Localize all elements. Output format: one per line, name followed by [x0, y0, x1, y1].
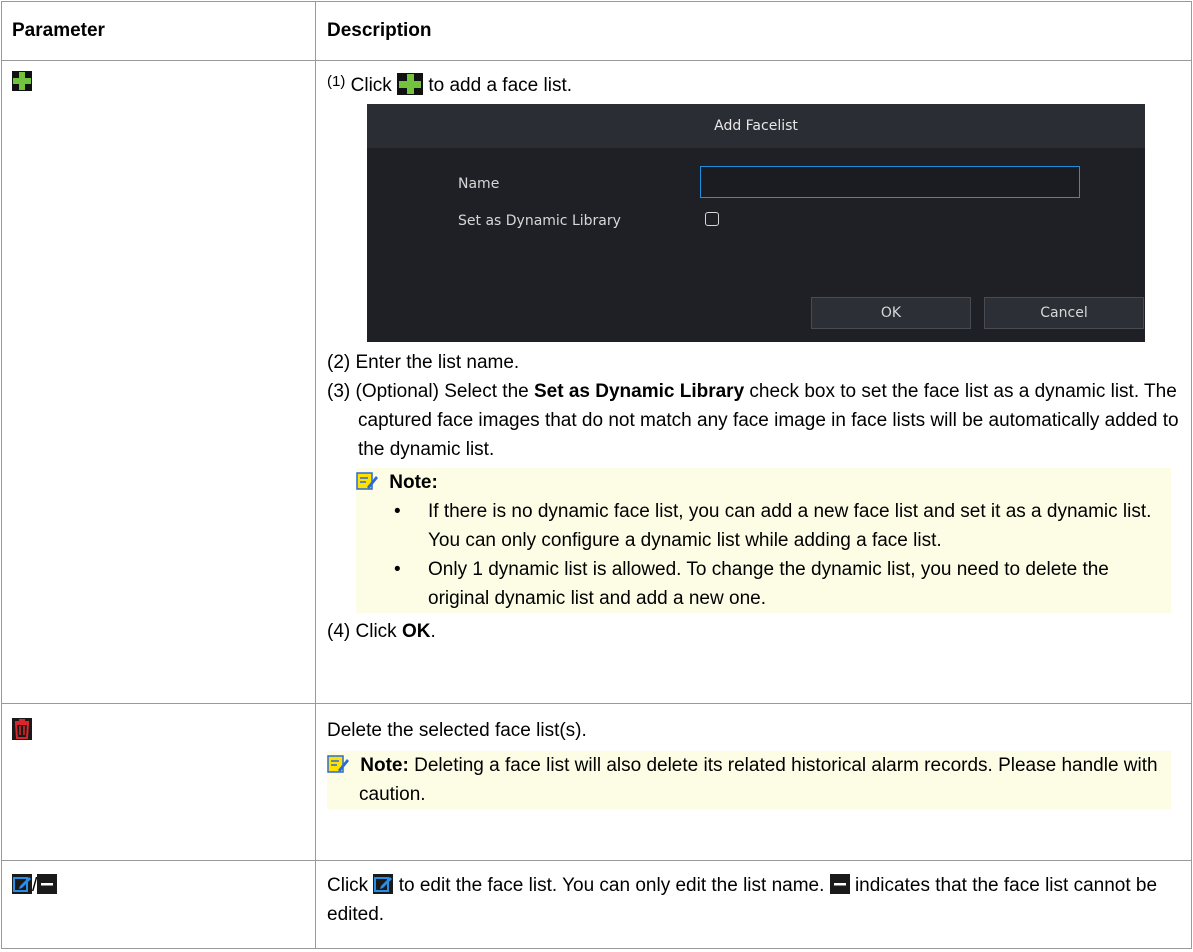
note-text: Deleting a face list will also delete it… — [359, 755, 1158, 805]
add-facelist-dialog: Add Facelist Name Set as Dynamic Library… — [367, 104, 1145, 342]
note-bullet: Only 1 dynamic list is allowed. To chang… — [394, 555, 1171, 613]
edit-icon — [373, 873, 394, 894]
step-3-pre: (3) (Optional) Select the — [327, 381, 529, 402]
note-bullet: If there is no dynamic face list, you ca… — [394, 497, 1171, 555]
table-row-edit: / Click to edit the face list. You can o… — [1, 860, 1192, 949]
parameter-table: Parameter Description (1) Click to add a… — [1, 1, 1192, 949]
header-parameter: Parameter — [1, 1, 316, 61]
table-row-add: (1) Click to add a face list. Add Faceli… — [1, 60, 1192, 704]
ok-button[interactable]: OK — [811, 297, 971, 329]
dynamic-library-label: Set as Dynamic Library — [458, 213, 621, 229]
parameter-cell-delete — [1, 703, 316, 861]
note-label: Note: — [360, 755, 409, 776]
description-cell-delete: Delete the selected face list(s). Note: … — [315, 703, 1192, 861]
step-1-post: to add a face list. — [428, 75, 573, 96]
cancel-button[interactable]: Cancel — [984, 297, 1144, 329]
minus-icon — [829, 873, 850, 894]
note-header: Note: — [356, 468, 1171, 497]
dialog-title: Add Facelist — [367, 104, 1145, 148]
header-description: Description — [315, 1, 1192, 61]
name-label: Name — [458, 176, 500, 192]
note-label: Note: — [389, 472, 438, 493]
note-icon — [327, 755, 349, 773]
note-box-add: Note: If there is no dynamic face list, … — [356, 468, 1171, 613]
step-4-pre: (4) Click — [327, 621, 397, 642]
step-2: (2) Enter the list name. — [327, 352, 520, 373]
minus-icon — [37, 873, 58, 894]
step-1: (1) Click to add a face list. — [327, 61, 1191, 100]
trash-icon — [12, 718, 32, 740]
edit-desc-pre: Click — [327, 875, 369, 896]
add-icon — [397, 72, 424, 95]
table-row-delete: Delete the selected face list(s). Note: … — [1, 703, 1192, 861]
note-icon — [356, 472, 378, 490]
note-box-delete: Note: Deleting a face list will also del… — [327, 751, 1171, 809]
step-1-number: (1) — [327, 73, 346, 90]
dynamic-library-checkbox[interactable] — [705, 212, 719, 226]
description-cell-add: (1) Click to add a face list. Add Faceli… — [315, 60, 1192, 704]
step-3: (3) (Optional) Select the Set as Dynamic… — [327, 377, 1191, 464]
edit-desc-mid: to edit the face list. You can only edit… — [398, 875, 825, 896]
step-3-bold: Set as Dynamic Library — [533, 381, 745, 402]
parameter-cell-edit: / — [1, 860, 316, 949]
step-4-bold: OK — [401, 621, 431, 642]
step-4: (4) Click OK. — [327, 617, 1191, 646]
edit-icon — [12, 873, 32, 894]
step-4-post: . — [430, 621, 436, 642]
table-header-row: Parameter Description — [1, 1, 1192, 61]
add-icon — [12, 71, 32, 91]
delete-description: Delete the selected face list(s). — [327, 720, 587, 741]
parameter-cell-add — [1, 60, 316, 704]
description-cell-edit: Click to edit the face list. You can onl… — [315, 860, 1192, 949]
note-bullet-list: If there is no dynamic face list, you ca… — [356, 497, 1171, 613]
name-input[interactable] — [700, 166, 1080, 198]
step-1-pre: Click — [350, 75, 392, 96]
edit-description: Click to edit the face list. You can onl… — [327, 861, 1191, 929]
